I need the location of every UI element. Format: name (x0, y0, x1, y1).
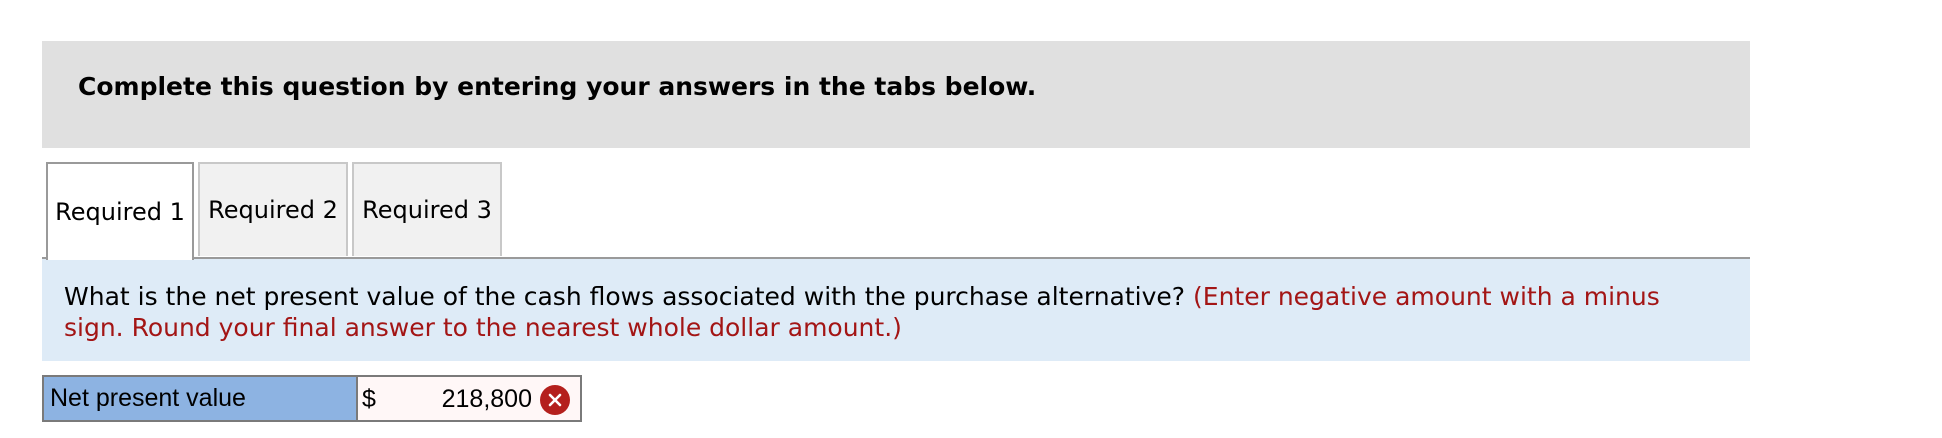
x-mark-glyph (548, 393, 562, 407)
incorrect-x-icon (540, 385, 570, 415)
question-prompt: What is the net present value of the cas… (64, 282, 1194, 311)
question-text: What is the net present value of the cas… (64, 281, 1704, 343)
question-page: Complete this question by entering your … (0, 0, 1942, 438)
tab-required-1[interactable]: Required 1 (46, 162, 194, 260)
answer-label: Net present value (44, 377, 358, 420)
tab-required-3[interactable]: Required 3 (352, 162, 502, 256)
question-panel: What is the net present value of the cas… (42, 259, 1750, 361)
currency-symbol: $ (362, 385, 376, 413)
answer-value-field[interactable]: 218,800 (442, 385, 532, 414)
tab-required-2[interactable]: Required 2 (198, 162, 348, 256)
answer-input-cell[interactable]: $ 218,800 (358, 377, 580, 420)
answer-table: Net present value $ 218,800 (42, 375, 582, 422)
instruction-banner: Complete this question by entering your … (42, 41, 1750, 148)
instruction-text: Complete this question by entering your … (78, 72, 1037, 101)
